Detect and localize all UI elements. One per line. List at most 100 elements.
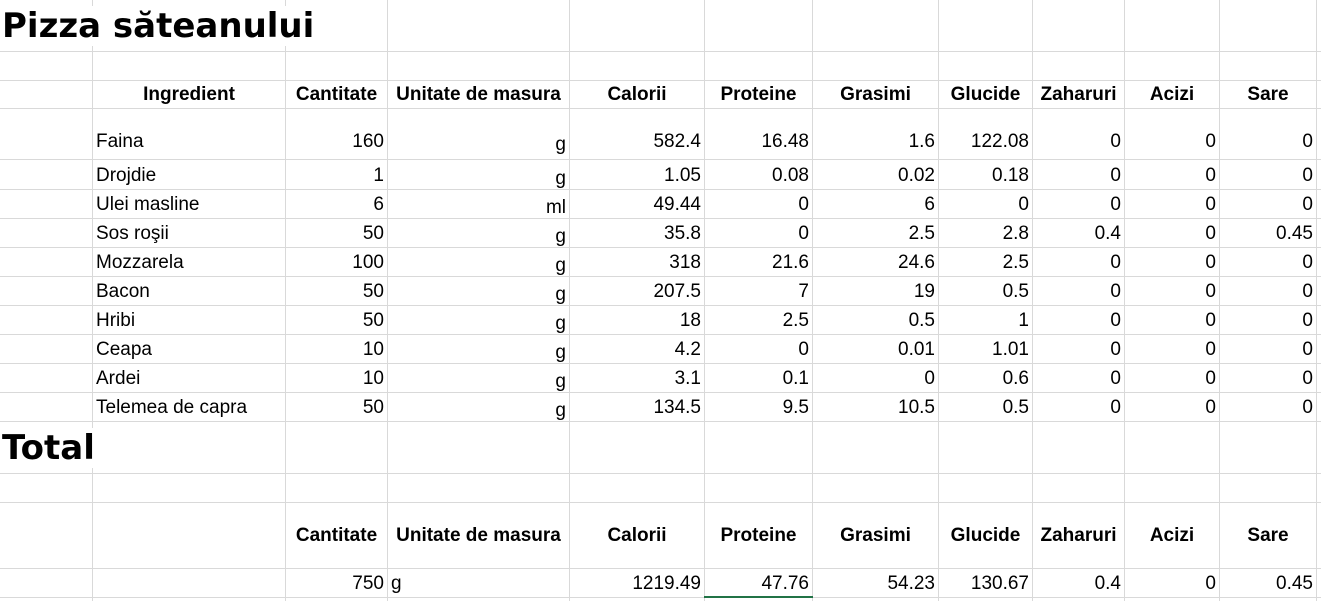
calorii-cell[interactable]: 318	[570, 252, 701, 274]
ingredient-name[interactable]: Ardei	[96, 368, 285, 390]
acizi-cell[interactable]: 0	[1125, 165, 1216, 187]
ingredient-name[interactable]: Faina	[96, 131, 285, 153]
calorii-cell[interactable]: 1.05	[570, 165, 701, 187]
header-glucide[interactable]: Glucide	[939, 84, 1032, 106]
glucide-cell[interactable]: 0.18	[939, 165, 1029, 187]
grasimi-cell[interactable]: 19	[813, 281, 935, 303]
total-proteine[interactable]: 47.76	[705, 573, 809, 595]
acizi-cell[interactable]: 0	[1125, 368, 1216, 390]
sare-cell[interactable]: 0	[1220, 165, 1313, 187]
glucide-cell[interactable]: 2.5	[939, 252, 1029, 274]
total-grasimi[interactable]: 54.23	[813, 573, 935, 595]
grasimi-cell[interactable]: 6	[813, 194, 935, 216]
header-zaharuri[interactable]: Zaharuri	[1033, 84, 1124, 106]
total-header-sare[interactable]: Sare	[1220, 525, 1316, 547]
acizi-cell[interactable]: 0	[1125, 131, 1216, 153]
unitate-cell[interactable]: g	[388, 255, 566, 277]
calorii-cell[interactable]: 18	[570, 310, 701, 332]
grasimi-cell[interactable]: 10.5	[813, 397, 935, 419]
grasimi-cell[interactable]: 0.01	[813, 339, 935, 361]
acizi-cell[interactable]: 0	[1125, 281, 1216, 303]
acizi-cell[interactable]: 0	[1125, 223, 1216, 245]
sare-cell[interactable]: 0	[1220, 252, 1313, 274]
ingredient-name[interactable]: Drojdie	[96, 165, 285, 187]
total-sare[interactable]: 0.45	[1220, 573, 1313, 595]
sare-cell[interactable]: 0	[1220, 281, 1313, 303]
grasimi-cell[interactable]: 2.5	[813, 223, 935, 245]
proteine-cell[interactable]: 7	[705, 281, 809, 303]
unitate-cell[interactable]: g	[388, 400, 566, 422]
ingredient-name[interactable]: Hribi	[96, 310, 285, 332]
cantitate-cell[interactable]: 50	[286, 281, 384, 303]
zaharuri-cell[interactable]: 0	[1033, 131, 1121, 153]
zaharuri-cell[interactable]: 0	[1033, 165, 1121, 187]
grasimi-cell[interactable]: 0.5	[813, 310, 935, 332]
header-proteine[interactable]: Proteine	[705, 84, 812, 106]
header-sare[interactable]: Sare	[1220, 84, 1316, 106]
ingredient-name[interactable]: Mozzarela	[96, 252, 285, 274]
cantitate-cell[interactable]: 1	[286, 165, 384, 187]
sare-cell[interactable]: 0	[1220, 397, 1313, 419]
header-unitate[interactable]: Unitate de masura	[388, 84, 569, 106]
cantitate-cell[interactable]: 100	[286, 252, 384, 274]
total-header-zaharuri[interactable]: Zaharuri	[1033, 525, 1124, 547]
sare-cell[interactable]: 0	[1220, 339, 1313, 361]
ingredient-name[interactable]: Sos roşii	[96, 223, 285, 245]
proteine-cell[interactable]: 2.5	[705, 310, 809, 332]
zaharuri-cell[interactable]: 0	[1033, 252, 1121, 274]
total-glucide[interactable]: 130.67	[939, 573, 1029, 595]
sare-cell[interactable]: 0	[1220, 368, 1313, 390]
proteine-cell[interactable]: 0	[705, 339, 809, 361]
grasimi-cell[interactable]: 0.02	[813, 165, 935, 187]
zaharuri-cell[interactable]: 0	[1033, 310, 1121, 332]
acizi-cell[interactable]: 0	[1125, 252, 1216, 274]
glucide-cell[interactable]: 0	[939, 194, 1029, 216]
unitate-cell[interactable]: g	[388, 134, 566, 156]
glucide-cell[interactable]: 122.08	[939, 131, 1029, 153]
proteine-cell[interactable]: 21.6	[705, 252, 809, 274]
total-calorii[interactable]: 1219.49	[570, 573, 701, 595]
glucide-cell[interactable]: 0.5	[939, 281, 1029, 303]
cantitate-cell[interactable]: 10	[286, 368, 384, 390]
header-cantitate[interactable]: Cantitate	[286, 84, 387, 106]
header-grasimi[interactable]: Grasimi	[813, 84, 938, 106]
calorii-cell[interactable]: 4.2	[570, 339, 701, 361]
calorii-cell[interactable]: 3.1	[570, 368, 701, 390]
ingredient-name[interactable]: Telemea de capra	[96, 397, 285, 419]
zaharuri-cell[interactable]: 0	[1033, 368, 1121, 390]
zaharuri-cell[interactable]: 0	[1033, 194, 1121, 216]
unitate-cell[interactable]: g	[388, 371, 566, 393]
total-header-calorii[interactable]: Calorii	[570, 525, 704, 547]
ingredient-name[interactable]: Bacon	[96, 281, 285, 303]
calorii-cell[interactable]: 49.44	[570, 194, 701, 216]
proteine-cell[interactable]: 16.48	[705, 131, 809, 153]
glucide-cell[interactable]: 1.01	[939, 339, 1029, 361]
unitate-cell[interactable]: g	[388, 284, 566, 306]
acizi-cell[interactable]: 0	[1125, 339, 1216, 361]
total-header-proteine[interactable]: Proteine	[705, 525, 812, 547]
glucide-cell[interactable]: 2.8	[939, 223, 1029, 245]
proteine-cell[interactable]: 0	[705, 194, 809, 216]
total-header-unitate[interactable]: Unitate de masura	[388, 525, 569, 547]
unitate-cell[interactable]: ml	[388, 197, 566, 219]
zaharuri-cell[interactable]: 0	[1033, 397, 1121, 419]
proteine-cell[interactable]: 0.1	[705, 368, 809, 390]
acizi-cell[interactable]: 0	[1125, 194, 1216, 216]
grasimi-cell[interactable]: 1.6	[813, 131, 935, 153]
total-header-glucide[interactable]: Glucide	[939, 525, 1032, 547]
proteine-cell[interactable]: 0	[705, 223, 809, 245]
acizi-cell[interactable]: 0	[1125, 397, 1216, 419]
sare-cell[interactable]: 0.45	[1220, 223, 1313, 245]
glucide-cell[interactable]: 0.5	[939, 397, 1029, 419]
unitate-cell[interactable]: g	[388, 226, 566, 248]
cantitate-cell[interactable]: 10	[286, 339, 384, 361]
cantitate-cell[interactable]: 6	[286, 194, 384, 216]
total-acizi[interactable]: 0	[1125, 573, 1216, 595]
calorii-cell[interactable]: 134.5	[570, 397, 701, 419]
total-header-cantitate[interactable]: Cantitate	[286, 525, 387, 547]
header-ingredient[interactable]: Ingredient	[93, 84, 285, 106]
glucide-cell[interactable]: 0.6	[939, 368, 1029, 390]
cantitate-cell[interactable]: 50	[286, 223, 384, 245]
acizi-cell[interactable]: 0	[1125, 310, 1216, 332]
zaharuri-cell[interactable]: 0	[1033, 281, 1121, 303]
